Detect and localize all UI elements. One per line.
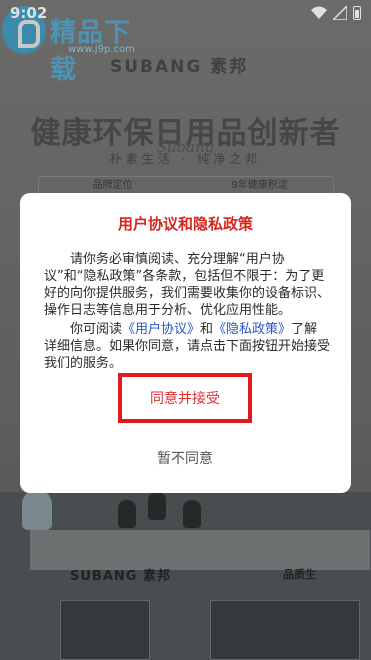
dialog-title: 用户协议和隐私政策 <box>117 215 253 233</box>
accept-button[interactable]: 同意并接受 <box>118 373 252 423</box>
dialog-paragraph: 你可阅读《用户协议》和《隐私政策》了解详细信息。如果你同意，请点击下面按钮开始接… <box>44 321 330 372</box>
user-agreement-link[interactable]: 《用户协议》 <box>122 322 200 337</box>
dialog-paragraph: 请你务必审慎阅读、充分理解“用户协议”和“隐私政策”各条款，包括但不限于：为了更… <box>44 252 331 318</box>
dialog-text: 和 <box>200 322 214 337</box>
privacy-policy-link[interactable]: 《隐私政策》 <box>213 322 291 337</box>
dialog-body: 请你务必审慎阅读、充分理解“用户协议”和“隐私政策”各条款，包括但不限于：为了更… <box>44 251 330 374</box>
dialog-text: 你可阅读 <box>70 322 123 337</box>
privacy-dialog: 用户协议和隐私政策 请你务必审慎阅读、充分理解“用户协议”和“隐私政策”各条款，… <box>20 193 351 493</box>
decline-button[interactable]: 暂不同意 <box>118 443 252 473</box>
